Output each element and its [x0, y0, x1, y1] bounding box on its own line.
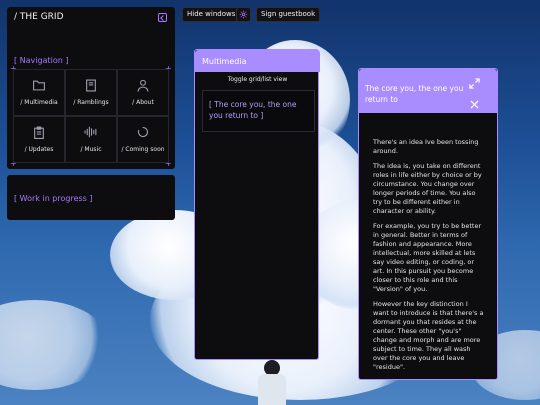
user-icon: [137, 79, 149, 92]
folder-icon: [33, 80, 45, 91]
nav-tile-label: / Multimedia: [20, 99, 58, 106]
wip-window: [ Work in progress ]: [7, 175, 175, 220]
nav-tile-updates[interactable]: / Updates: [13, 116, 65, 163]
person-figure: [252, 360, 292, 405]
nav-tile-music[interactable]: / Music: [65, 116, 117, 163]
nav-tile-coming-soon[interactable]: / Coming soon: [117, 116, 169, 163]
multimedia-title: Multimedia: [202, 57, 247, 66]
grid-window-titlebar[interactable]: / THE GRID: [7, 7, 175, 27]
nav-tile-label: / Ramblings: [73, 99, 109, 106]
loading-icon: [137, 126, 149, 138]
grid-window-title: / THE GRID: [14, 12, 64, 22]
body-paragraph: The idea is, you take on different roles…: [373, 162, 482, 215]
chevron-left-icon[interactable]: [158, 13, 167, 22]
clipboard-icon: [34, 126, 44, 139]
book-icon: [86, 79, 96, 92]
settings-button[interactable]: [236, 7, 251, 22]
audio-waveform-icon: [84, 126, 97, 138]
nav-tile-label: / About: [132, 99, 154, 106]
media-card[interactable]: [ The core you, the one you return to ]: [202, 90, 315, 132]
body-paragraph: For example, you try to be better in gen…: [373, 222, 482, 293]
media-card-title: [ The core you, the one you return to ]: [209, 100, 297, 120]
expand-icon[interactable]: [469, 78, 480, 89]
nav-tile-label: / Music: [80, 146, 102, 153]
nav-tile-label: / Coming soon: [121, 146, 165, 153]
core-you-titlebar[interactable]: The core you, the one you return to: [359, 69, 497, 113]
core-you-body: There's an idea Ive been tossing around.…: [373, 138, 485, 378]
nav-tile-label: / Updates: [24, 146, 54, 153]
close-icon[interactable]: [470, 100, 479, 109]
hide-windows-button[interactable]: Hide windows: [182, 7, 241, 22]
core-you-title: The core you, the one you return to: [365, 84, 464, 104]
sign-guestbook-button[interactable]: Sign guestbook: [256, 7, 321, 22]
body-paragraph: However the key distinction I want to in…: [373, 300, 484, 371]
navigation-heading: [ Navigation ]: [14, 56, 69, 65]
multimedia-window: Multimedia Toggle grid/list view [ The c…: [194, 49, 320, 360]
nav-tile-about[interactable]: / About: [117, 69, 169, 116]
nav-tile-ramblings[interactable]: / Ramblings: [65, 69, 117, 116]
toggle-view-button[interactable]: Toggle grid/list view: [195, 76, 320, 83]
multimedia-titlebar[interactable]: Multimedia: [195, 50, 320, 72]
body-paragraph: There's an idea Ive been tossing around.: [373, 138, 479, 155]
grid-window: / THE GRID [ Navigation ] + + + + / Mult…: [7, 7, 175, 169]
core-you-window: The core you, the one you return to Ther…: [358, 68, 498, 380]
gear-icon: [239, 10, 248, 19]
nav-tile-multimedia[interactable]: / Multimedia: [13, 69, 65, 116]
wip-heading: [ Work in progress ]: [14, 194, 93, 203]
